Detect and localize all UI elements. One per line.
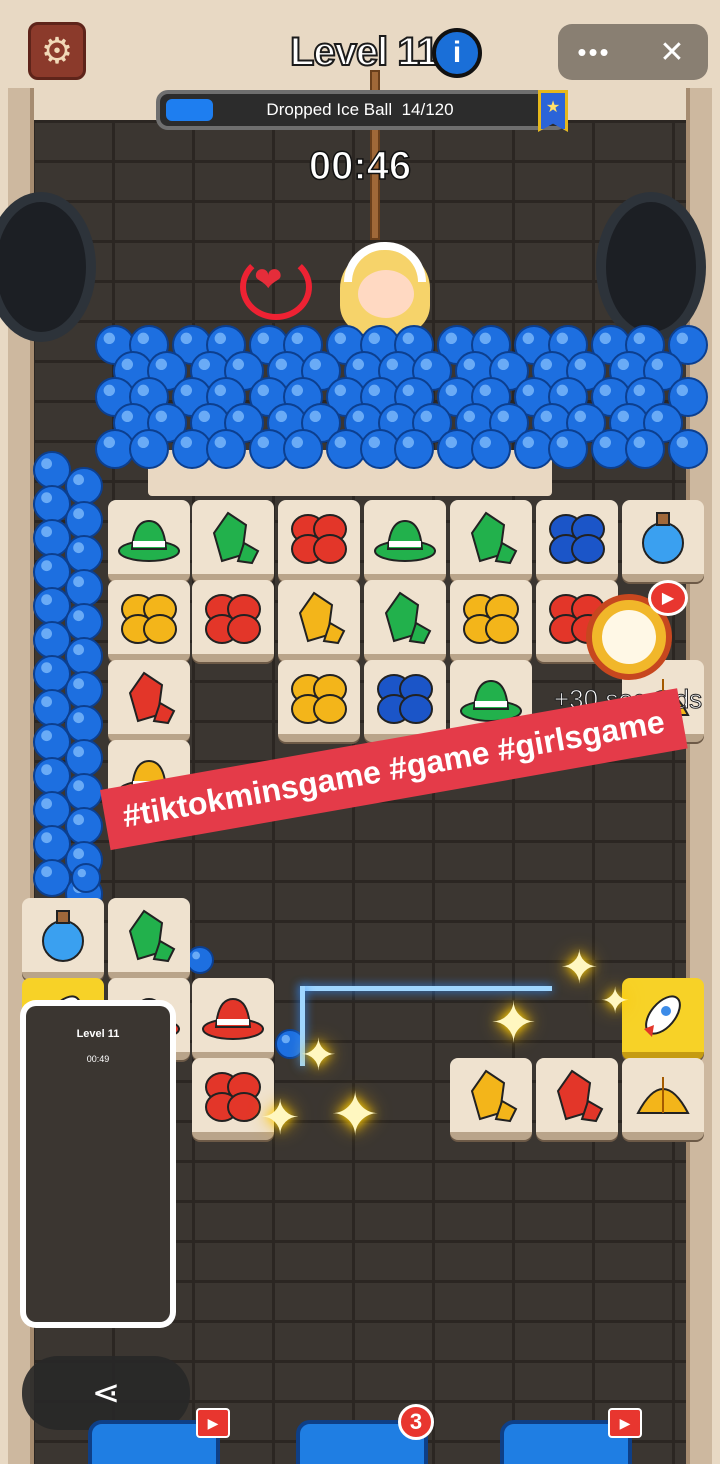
gem-tile[interactable] <box>278 580 360 662</box>
hat-icon <box>118 519 180 562</box>
settings-button[interactable]: ⚙ <box>28 22 86 80</box>
flower-icon <box>205 1072 261 1122</box>
sparkle-icon: ✦ <box>300 1031 337 1080</box>
hat-tile[interactable] <box>192 978 274 1060</box>
captive-girl <box>330 228 440 338</box>
gem-tile[interactable] <box>536 1058 618 1140</box>
flower-tile[interactable] <box>364 660 446 742</box>
objective-progress-bar: Dropped Ice Ball 14/120 ★ <box>156 90 568 132</box>
flower-icon <box>549 514 605 564</box>
flower-tile[interactable] <box>108 580 190 662</box>
flower-icon <box>463 594 519 644</box>
shell-tile[interactable] <box>622 1058 704 1140</box>
shell-icon <box>636 1077 690 1114</box>
gem-icon <box>298 591 346 645</box>
rocket-tile[interactable] <box>622 978 704 1060</box>
gem-tile[interactable] <box>192 500 274 582</box>
gem-tile[interactable] <box>364 580 446 662</box>
pip-timer: 00:49 <box>86 1054 110 1064</box>
picture-in-picture[interactable]: Level 11 00:49 <box>20 1000 176 1328</box>
flower-icon <box>205 594 261 644</box>
objective-text: Dropped Ice Ball 14/120 <box>266 100 454 119</box>
video-ad-icon: ▶ <box>648 580 688 616</box>
gem-tile[interactable] <box>108 660 190 742</box>
gem-icon <box>470 511 518 565</box>
rocket-icon <box>644 995 681 1037</box>
potion-tile[interactable] <box>622 500 704 582</box>
video-ad-icon: ▶ <box>196 1408 230 1438</box>
hat-icon <box>374 519 436 562</box>
share-button[interactable]: ⋖ <box>22 1356 190 1430</box>
sparkle-icon: ✦ <box>260 1092 301 1145</box>
gem-icon <box>384 591 432 645</box>
gem-icon <box>470 1069 518 1123</box>
potion-icon <box>642 512 684 564</box>
sparkle-icon: ✦ <box>600 980 631 1021</box>
heart-icon: ❤ <box>254 261 283 299</box>
hint-count-badge: 3 <box>398 1404 434 1440</box>
gear-icon: ⚙ <box>40 30 74 71</box>
star-badge-icon: ★ <box>538 90 568 132</box>
flower-tile[interactable] <box>450 580 532 662</box>
gem-tile[interactable] <box>450 1058 532 1140</box>
pip-title: Level 11 <box>76 1028 120 1040</box>
close-button[interactable]: ✕ <box>650 30 694 74</box>
sparkle-icon: ✦ <box>330 1081 381 1148</box>
more-button[interactable]: ••• <box>572 30 616 74</box>
flower-tile[interactable] <box>192 580 274 662</box>
level-title: Level 11 <box>289 29 440 75</box>
countdown-timer: 00:46 <box>308 143 412 189</box>
sparkle-icon: ✦ <box>560 941 599 993</box>
flower-icon <box>377 674 433 724</box>
shelf <box>148 450 552 496</box>
flower-icon <box>291 514 347 564</box>
flower-tile[interactable] <box>536 500 618 582</box>
pip-preview: Level 11 00:49 <box>26 1006 170 1322</box>
gem-icon <box>128 671 176 725</box>
hat-tile[interactable] <box>108 500 190 582</box>
gem-tile[interactable] <box>450 500 532 582</box>
share-icon: ⋖ <box>91 1374 121 1412</box>
gem-icon <box>128 909 176 963</box>
flower-tile[interactable] <box>278 500 360 582</box>
gem-icon <box>556 1069 604 1123</box>
flower-tile[interactable] <box>278 660 360 742</box>
video-ad-icon: ▶ <box>608 1408 642 1438</box>
sparkle-icon: ✦ <box>490 991 537 1054</box>
hat-tile[interactable] <box>364 500 446 582</box>
right-cannon <box>596 192 706 342</box>
hat-icon <box>202 997 264 1040</box>
gem-tile[interactable] <box>108 898 190 980</box>
flower-icon <box>291 674 347 724</box>
potion-tile[interactable] <box>22 898 104 980</box>
gem-icon <box>212 511 260 565</box>
flower-icon <box>121 594 177 644</box>
info-icon[interactable]: i <box>432 28 482 78</box>
potion-icon <box>42 910 84 962</box>
